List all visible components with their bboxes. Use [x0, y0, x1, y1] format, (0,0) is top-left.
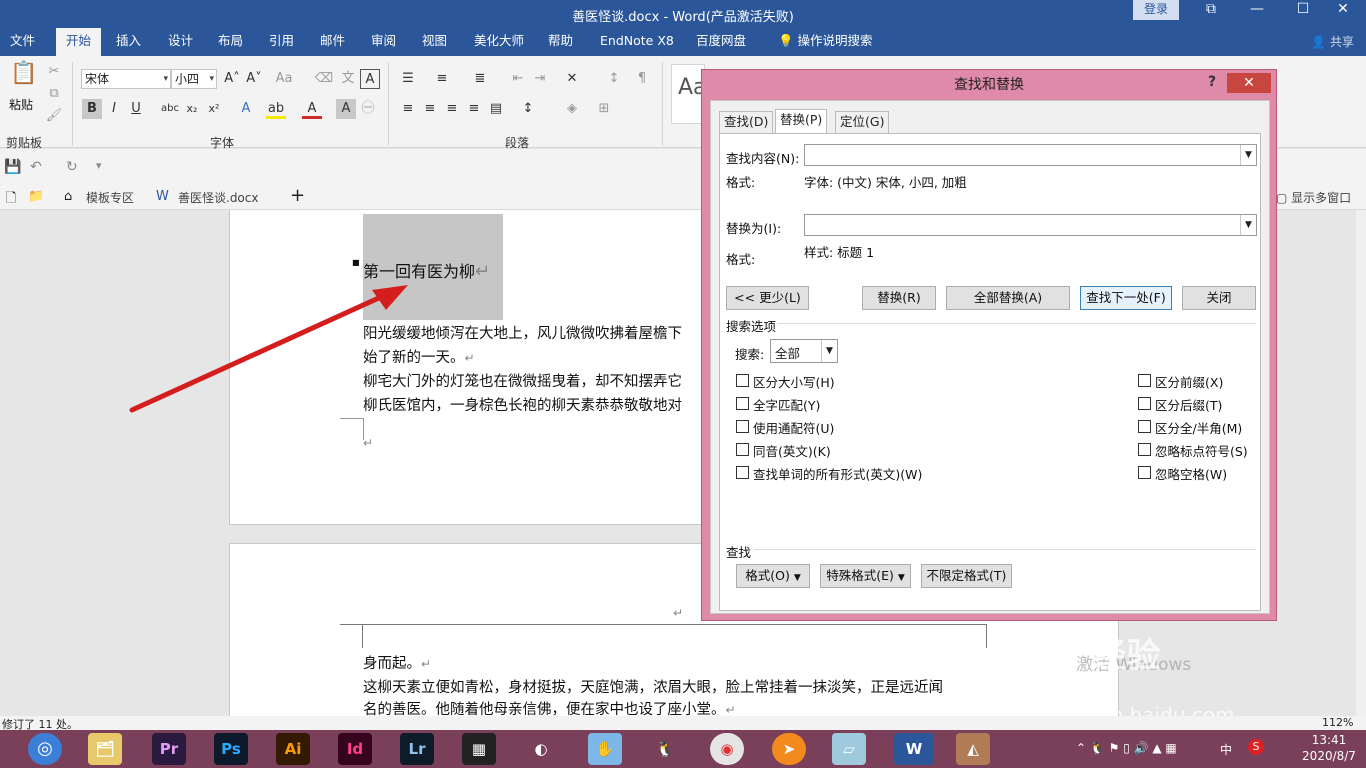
sounds-like-label[interactable]: 同音(英文)(K) — [753, 441, 831, 460]
sogou-icon[interactable]: S — [1248, 739, 1264, 755]
search-options-label: 搜索选项 — [726, 319, 777, 334]
ignore-space-checkbox[interactable] — [1138, 466, 1151, 479]
download-app-icon[interactable]: ➤ — [772, 733, 806, 765]
replace-format-label: 格式: — [726, 252, 756, 267]
tray-icons[interactable]: ⌃ 🐧 ⚑ ▯ 🔊 ▲ ▦ — [1076, 741, 1177, 755]
chevron-down-icon: ▼ — [897, 573, 905, 583]
indesign-icon[interactable]: Id — [338, 733, 372, 765]
no-formatting-button[interactable]: 不限定格式(T) — [921, 564, 1012, 588]
divider — [754, 549, 1256, 550]
match-suffix-label[interactable]: 区分后缀(T) — [1155, 395, 1222, 414]
match-width-label[interactable]: 区分全/半角(M) — [1155, 418, 1242, 437]
chevron-down-icon[interactable]: ▼ — [821, 340, 837, 362]
ignore-punctuation-label[interactable]: 忽略标点符号(S) — [1155, 441, 1248, 460]
baidu-watermark: Bai 经验 — [1020, 636, 1161, 676]
zoom-level[interactable]: 112% — [1322, 716, 1353, 729]
clock-date[interactable]: 2020/8/7 — [1296, 749, 1362, 763]
sounds-like-checkbox[interactable] — [736, 443, 749, 456]
video-editor-icon[interactable]: ▦ — [462, 733, 496, 765]
tab-goto[interactable]: 定位(G) — [835, 111, 890, 133]
less-button[interactable]: << 更少(L) — [726, 286, 809, 310]
photoshop-icon[interactable]: Ps — [214, 733, 248, 765]
find-what-label: 查找内容(N): — [726, 151, 800, 166]
format-button[interactable]: 格式(O) ▼ — [736, 564, 810, 588]
ignore-punctuation-checkbox[interactable] — [1138, 443, 1151, 456]
find-section-label: 查找 — [726, 545, 752, 560]
replace-with-label: 替换为(I): — [726, 221, 782, 236]
help-icon[interactable]: ? — [1208, 74, 1216, 90]
wildcards-label[interactable]: 使用通配符(U) — [753, 418, 834, 437]
illustrator-icon[interactable]: Ai — [276, 733, 310, 765]
wildcards-checkbox[interactable] — [736, 420, 749, 433]
match-case-label[interactable]: 区分大小写(H) — [753, 372, 835, 391]
find-format-value: 字体: (中文) 宋体, 小四, 加粗 — [804, 175, 967, 190]
replace-button[interactable]: 替换(R) — [862, 286, 936, 310]
find-replace-dialog: 查找和替换 ? ✕ 查找(D) 替换(P) 定位(G) 查找内容(N): ▼ 格… — [701, 69, 1277, 621]
whole-word-label[interactable]: 全字匹配(Y) — [753, 395, 820, 414]
search-direction-label: 搜索: — [735, 347, 765, 362]
whole-word-checkbox[interactable] — [736, 397, 749, 410]
chevron-down-icon[interactable]: ▼ — [1240, 145, 1256, 165]
notes-app-icon[interactable]: ▱ — [832, 733, 866, 765]
divider — [778, 323, 1256, 324]
premiere-icon[interactable]: Pr — [152, 733, 186, 765]
browser-icon[interactable]: ◎ — [28, 733, 62, 765]
ime-indicator[interactable]: 中 — [1220, 741, 1232, 758]
qq-icon[interactable]: 🐧 — [648, 733, 682, 765]
special-button[interactable]: 特殊格式(E) ▼ — [820, 564, 911, 588]
replace-format-value: 样式: 标题 1 — [804, 245, 875, 260]
all-word-forms-checkbox[interactable] — [736, 466, 749, 479]
close-button[interactable]: 关闭 — [1182, 286, 1256, 310]
replace-all-button[interactable]: 全部替换(A) — [946, 286, 1070, 310]
status-bar: 修订了 11 处。 112% — [0, 716, 1366, 731]
dialog-close-button[interactable]: ✕ — [1227, 73, 1271, 93]
chevron-down-icon: ▼ — [793, 573, 801, 583]
dialog-title: 查找和替换 — [954, 77, 1024, 93]
replace-with-input[interactable]: ▼ — [804, 214, 1257, 236]
taskbar: ◎ 🗂 Pr Ps Ai Id Lr ▦ ◐ ✋ 🐧 ◉ ➤ ▱ W ◭ ⌃ 🐧… — [0, 730, 1366, 768]
word-taskbar-icon[interactable]: W — [894, 733, 934, 765]
all-word-forms-label[interactable]: 查找单词的所有形式(英文)(W) — [753, 464, 922, 483]
chat-app-icon[interactable]: ✋ — [588, 733, 622, 765]
search-direction-select[interactable]: 全部 ▼ — [770, 339, 838, 363]
lightroom-icon[interactable]: Lr — [400, 733, 434, 765]
replace-panel: 查找内容(N): ▼ 格式: 字体: (中文) 宋体, 小四, 加粗 替换为(I… — [719, 133, 1261, 611]
find-what-input[interactable]: ▼ — [804, 144, 1257, 166]
ignore-space-label[interactable]: 忽略空格(W) — [1155, 464, 1227, 483]
photo-app-icon[interactable]: ◭ — [956, 733, 990, 765]
dialog-body: 查找(D) 替换(P) 定位(G) 查找内容(N): ▼ 格式: 字体: (中文… — [710, 100, 1270, 614]
find-format-label: 格式: — [726, 175, 756, 190]
match-prefix-checkbox[interactable] — [1138, 374, 1151, 387]
tab-find[interactable]: 查找(D) — [719, 111, 774, 133]
match-suffix-checkbox[interactable] — [1138, 397, 1151, 410]
match-width-checkbox[interactable] — [1138, 420, 1151, 433]
clock-time[interactable]: 13:41 — [1296, 733, 1362, 747]
match-case-checkbox[interactable] — [736, 374, 749, 387]
chevron-down-icon[interactable]: ▼ — [1240, 215, 1256, 235]
find-next-button[interactable]: 查找下一处(F) — [1080, 286, 1172, 310]
tab-replace[interactable]: 替换(P) — [775, 109, 828, 134]
file-explorer-icon[interactable]: 🗂 — [88, 733, 122, 765]
chrome-icon[interactable]: ◉ — [710, 733, 744, 765]
match-prefix-label[interactable]: 区分前缀(X) — [1155, 372, 1223, 391]
media-app-icon[interactable]: ◐ — [524, 733, 558, 765]
